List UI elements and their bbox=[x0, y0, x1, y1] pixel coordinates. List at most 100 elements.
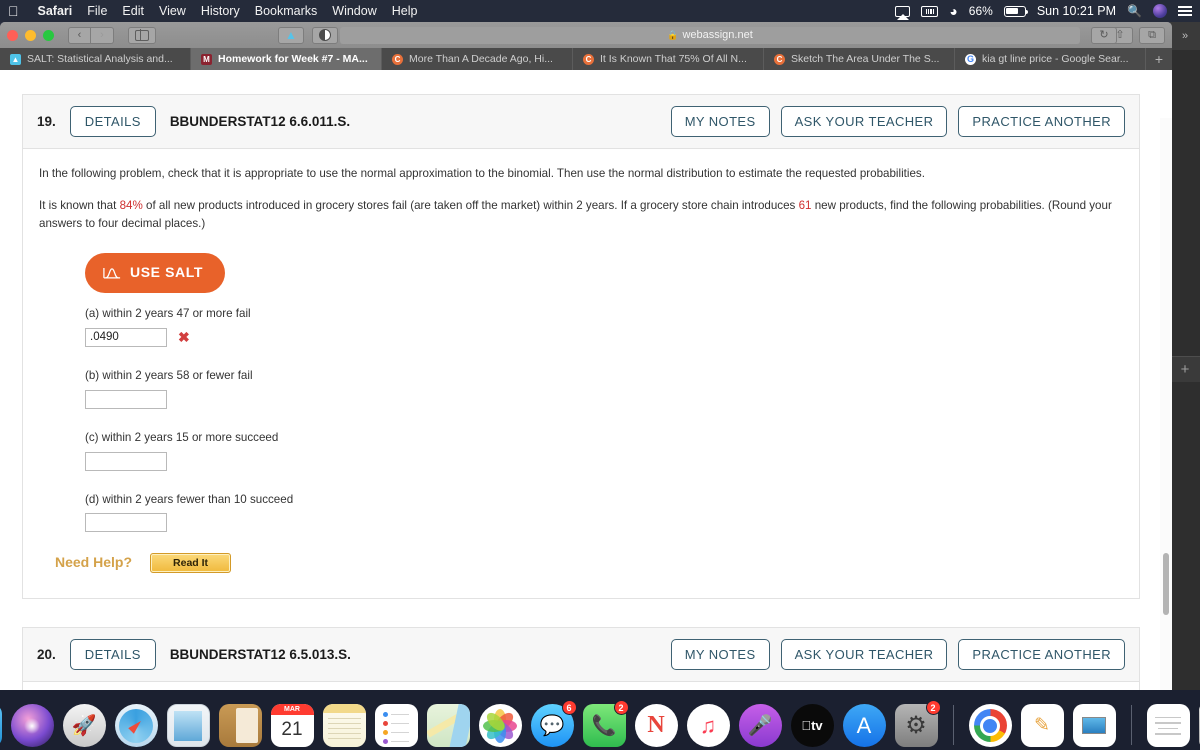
menu-item-file[interactable]: File bbox=[87, 4, 107, 18]
menu-item-help[interactable]: Help bbox=[392, 4, 418, 18]
details-button[interactable]: DETAILS bbox=[69, 639, 156, 671]
salt-favicon: ▲ bbox=[10, 53, 21, 65]
dock-item-appletv[interactable]: tv bbox=[790, 702, 835, 747]
back-button[interactable]: ‹ bbox=[68, 26, 91, 44]
apple-logo-icon[interactable]:  bbox=[8, 4, 19, 18]
minimize-window-button[interactable] bbox=[25, 29, 36, 41]
dock-item-chrome[interactable] bbox=[968, 702, 1013, 750]
dock-item-system-preferences[interactable]: ⚙ 2 bbox=[894, 700, 941, 747]
dock-item-music[interactable]: ♫ bbox=[686, 702, 731, 750]
question-part-c: (c) within 2 years 15 or more succeed bbox=[85, 429, 1121, 471]
part-b-answer-row bbox=[85, 389, 1121, 409]
tab-more-than-a-decade[interactable]: C More Than A Decade Ago, Hi... bbox=[382, 48, 573, 70]
tab-title: kia gt line price - Google Sear... bbox=[982, 53, 1129, 65]
my-notes-button[interactable]: MY NOTES bbox=[670, 639, 770, 671]
menu-bar-left:  Safari File Edit View History Bookmark… bbox=[8, 4, 417, 18]
safari-window: ‹ › ▲ 🔒 webassign.net ↻ ⇧ ⧉ ▲ SALT: Stat… bbox=[0, 22, 1172, 690]
tab-title: Sketch The Area Under The S... bbox=[791, 53, 940, 65]
airplay-icon[interactable] bbox=[895, 5, 911, 17]
menu-item-view[interactable]: View bbox=[159, 4, 186, 18]
my-notes-button[interactable]: MY NOTES bbox=[670, 106, 770, 137]
menu-item-edit[interactable]: Edit bbox=[122, 4, 144, 18]
reader-contrast-icon bbox=[319, 29, 331, 41]
dock-item-maps[interactable] bbox=[426, 702, 471, 747]
reader-contrast-button[interactable] bbox=[312, 26, 338, 44]
tab-kia-gt-line-google[interactable]: G kia gt line price - Google Sear... bbox=[955, 48, 1146, 70]
dock-item-launchpad[interactable]: 🚀 bbox=[62, 702, 107, 747]
search-icon[interactable]: 🔍 bbox=[1127, 4, 1142, 18]
tab-it-is-known-75[interactable]: C It Is Known That 75% Of All N... bbox=[573, 48, 764, 70]
dock-item-podcasts[interactable]: 🎤 bbox=[738, 702, 783, 747]
details-button[interactable]: DETAILS bbox=[69, 106, 156, 137]
part-d-answer-input[interactable] bbox=[85, 513, 167, 533]
dock-item-facetime[interactable]: 📞 2 bbox=[582, 700, 629, 747]
dock-item-photos[interactable] bbox=[478, 702, 523, 747]
question-intro-text: In the following problem, check that it … bbox=[39, 167, 925, 180]
background-window-right[interactable]: » + bbox=[1170, 22, 1200, 712]
maximize-window-button[interactable] bbox=[43, 29, 54, 41]
calendar-month-label: MAR bbox=[270, 704, 314, 715]
background-window-new-tab-button[interactable]: + bbox=[1170, 356, 1200, 382]
ask-your-teacher-button[interactable]: ASK YOUR TEACHER bbox=[780, 106, 948, 137]
menu-item-bookmarks[interactable]: Bookmarks bbox=[255, 4, 318, 18]
tab-homework[interactable]: M Homework for Week #7 - MA... bbox=[191, 48, 382, 70]
battery-icon[interactable] bbox=[1003, 5, 1029, 17]
part-c-answer-input[interactable] bbox=[85, 451, 167, 471]
use-salt-button[interactable]: USE SALT bbox=[85, 252, 225, 293]
tab-overview-button[interactable]: ⧉ bbox=[1139, 26, 1165, 44]
dock-item-news[interactable]: N bbox=[634, 702, 679, 747]
dock-item-document[interactable] bbox=[1146, 702, 1191, 747]
google-favicon: G bbox=[965, 53, 976, 65]
mac-menu-bar:  Safari File Edit View History Bookmark… bbox=[0, 0, 1200, 22]
address-bar[interactable]: 🔒 webassign.net bbox=[340, 26, 1080, 44]
practice-another-button[interactable]: PRACTICE ANOTHER bbox=[958, 106, 1125, 137]
menu-item-window[interactable]: Window bbox=[332, 4, 376, 18]
dock-item-notes[interactable] bbox=[322, 702, 367, 747]
background-window-overflow-chevron[interactable]: » bbox=[1170, 22, 1200, 50]
menu-item-safari[interactable]: Safari bbox=[38, 4, 73, 18]
keyboard-brightness-icon[interactable] bbox=[921, 5, 939, 17]
dock-item-pages[interactable]: ✎ bbox=[1020, 702, 1065, 747]
system-preferences-badge: 2 bbox=[925, 700, 941, 715]
forward-button[interactable]: › bbox=[91, 26, 114, 44]
part-a-label: (a) within 2 years 47 or more fail bbox=[85, 306, 251, 320]
dock-item-calendar[interactable]: MAR 21 bbox=[270, 702, 315, 747]
part-b-label: (b) within 2 years 58 or fewer fail bbox=[85, 368, 253, 382]
menu-item-history[interactable]: History bbox=[201, 4, 240, 18]
menu-bar-clock[interactable]: Sun 10:21 PM bbox=[1037, 4, 1116, 18]
sidebar-toggle-button[interactable] bbox=[128, 26, 156, 44]
ask-your-teacher-button[interactable]: ASK YOUR TEACHER bbox=[780, 639, 948, 671]
dock-item-mail[interactable] bbox=[166, 702, 211, 747]
calendar-day-label: 21 bbox=[281, 719, 303, 740]
reload-button[interactable]: ↻ bbox=[1091, 26, 1117, 44]
dock-item-reminders[interactable] bbox=[374, 702, 419, 750]
question-title: BBUNDERSTAT12 6.6.011.S. bbox=[169, 114, 351, 129]
part-a-answer-input[interactable] bbox=[85, 327, 167, 347]
salt-extension-button[interactable]: ▲ bbox=[278, 26, 304, 44]
question-body: Coal is carried from a mine in West Virg… bbox=[23, 682, 1139, 690]
control-center-icon[interactable] bbox=[1178, 6, 1192, 16]
dock-item-contacts[interactable] bbox=[218, 702, 263, 747]
close-window-button[interactable] bbox=[7, 29, 18, 41]
tab-salt[interactable]: ▲ SALT: Statistical Analysis and... bbox=[0, 48, 191, 70]
part-b-answer-input[interactable] bbox=[85, 389, 167, 409]
siri-icon[interactable] bbox=[1153, 4, 1167, 18]
page-scrollbar[interactable] bbox=[1160, 118, 1172, 690]
sidebar-icon bbox=[135, 29, 149, 41]
dock-item-appstore[interactable]: A bbox=[842, 702, 887, 747]
question-header: 20. DETAILS BBUNDERSTAT12 6.5.013.S. MY … bbox=[23, 628, 1139, 683]
practice-another-button[interactable]: PRACTICE ANOTHER bbox=[958, 639, 1125, 671]
dock-item-finder[interactable]: ☺ bbox=[0, 702, 3, 747]
window-traffic-lights[interactable] bbox=[7, 29, 54, 41]
dock-item-safari[interactable] bbox=[114, 702, 159, 750]
facetime-badge: 2 bbox=[613, 700, 629, 715]
page-scrollbar-thumb[interactable] bbox=[1163, 553, 1169, 615]
dock-item-messages[interactable]: 💬 6 bbox=[530, 700, 577, 750]
new-tab-button[interactable]: + bbox=[1146, 48, 1172, 70]
wifi-icon[interactable]: ◕ bbox=[949, 3, 957, 19]
statement-part-1: It is known that bbox=[39, 198, 120, 212]
dock-item-keynote[interactable] bbox=[1072, 702, 1117, 747]
read-it-button[interactable]: Read It bbox=[150, 553, 232, 574]
dock-item-siri[interactable] bbox=[10, 702, 55, 747]
tab-sketch-the-area[interactable]: C Sketch The Area Under The S... bbox=[764, 48, 955, 70]
